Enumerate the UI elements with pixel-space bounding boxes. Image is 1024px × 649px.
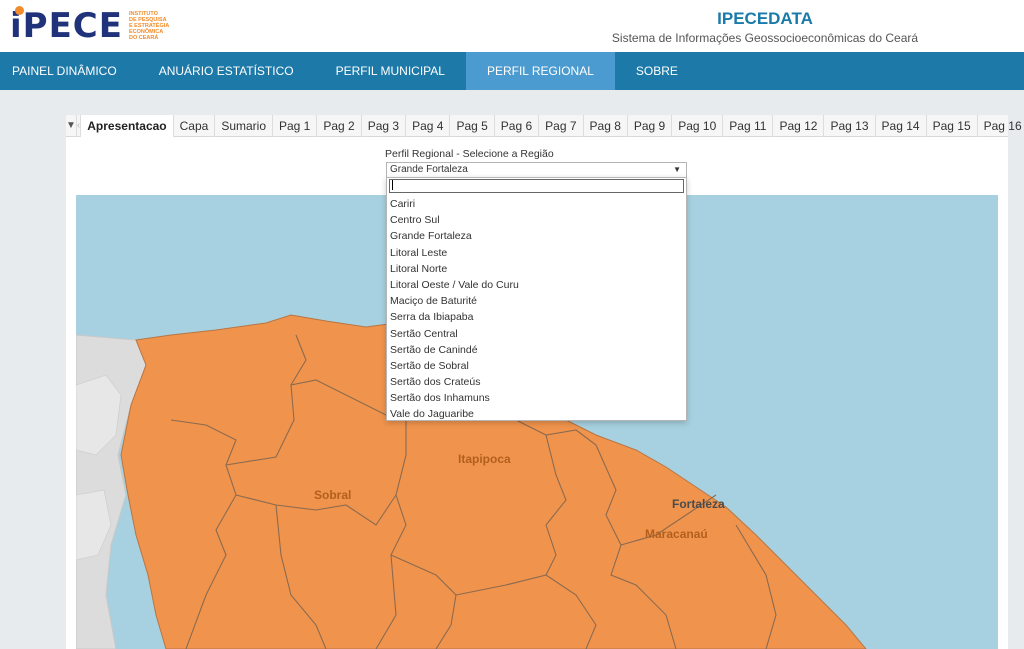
nav-item-sobre[interactable]: SOBRE	[615, 52, 699, 90]
tab-pag-7[interactable]: Pag 7	[539, 115, 584, 137]
tab-menu-chevron-down-icon[interactable]: ▼	[66, 115, 77, 137]
logo-wordmark: iPECE	[10, 6, 123, 46]
tab-pag-14[interactable]: Pag 14	[876, 115, 927, 137]
map-label-sobral[interactable]: Sobral	[314, 488, 351, 502]
tab-pag-10[interactable]: Pag 10	[672, 115, 724, 137]
region-dropdown-list: Cariri Centro Sul Grande Fortaleza Litoral …	[386, 177, 687, 421]
nav-item-perfil-municipal[interactable]: PERFIL MUNICIPAL	[315, 52, 466, 90]
region-select[interactable]: Grande Fortaleza ▼	[386, 162, 687, 178]
tab-pag-3[interactable]: Pag 3	[362, 115, 407, 137]
region-option[interactable]: Centro Sul	[387, 212, 686, 228]
tab-pag-1[interactable]: Pag 1	[273, 115, 318, 137]
tab-pag-6[interactable]: Pag 6	[495, 115, 540, 137]
site-header: iPECE INSTITUTO DE PESQUISA E ESTRATÉGIA EC…	[0, 0, 1024, 52]
region-select-value: Grande Fortaleza	[390, 164, 468, 175]
map-label-maracanau[interactable]: Maracanaú	[645, 527, 708, 541]
site-subtitle: Sistema de Informações Geossocioeconômic…	[611, 31, 919, 45]
tab-pag-8[interactable]: Pag 8	[584, 115, 628, 137]
region-option[interactable]: Litoral Oeste / Vale do Curu	[387, 277, 686, 293]
tab-pag-4[interactable]: Pag 4	[406, 115, 451, 137]
region-option[interactable]: Sertão de Sobral	[387, 358, 686, 374]
region-option[interactable]: Serra da Ibiapaba	[387, 309, 686, 325]
region-option[interactable]: Maciço de Baturité	[387, 293, 686, 309]
logo-tagline-line: DO CEARÁ	[128, 35, 159, 41]
tab-capa[interactable]: Capa	[174, 115, 216, 137]
tab-pag-5[interactable]: Pag 5	[450, 115, 495, 137]
tab-pag-9[interactable]: Pag 9	[628, 115, 673, 137]
tab-pag-2[interactable]: Pag 2	[317, 115, 362, 137]
tab-pag-13[interactable]: Pag 13	[824, 115, 876, 137]
main-nav: PAINEL DINÂMICO ANUÁRIO ESTATÍSTICO PERFIL…	[0, 52, 1024, 90]
sheet-tab-bar: ▼ ‹ Apresentacao Capa Sumario Pag 1 Pag 2 Pag…	[66, 115, 1022, 137]
tab-pag-11[interactable]: Pag 11	[723, 115, 774, 137]
tab-sumario[interactable]: Sumario	[215, 115, 273, 137]
region-option[interactable]: Cariri	[387, 196, 686, 212]
tab-pag-12[interactable]: Pag 12	[773, 115, 825, 137]
select-caret-down-icon: ▼	[673, 165, 681, 174]
tab-pag-15[interactable]: Pag 15	[927, 115, 978, 137]
tab-apresentacao[interactable]: Apresentacao	[81, 115, 174, 137]
region-option[interactable]: Sertão de Canindé	[387, 342, 686, 358]
region-option[interactable]: Grande Fortaleza	[387, 228, 686, 244]
logo-dot-icon	[15, 6, 24, 15]
text-cursor	[392, 180, 393, 191]
site-title: IPECEDATA	[717, 9, 813, 28]
region-filter-label: Perfil Regional - Selecione a Região	[385, 148, 554, 160]
tab-pag-16[interactable]: Pag 16	[978, 115, 1024, 137]
map-label-fortaleza[interactable]: Fortaleza	[672, 497, 725, 511]
region-options: Cariri Centro Sul Grande Fortaleza Litoral …	[387, 196, 686, 423]
region-search-input[interactable]	[389, 179, 684, 193]
region-option[interactable]: Vale do Jaguaribe	[387, 406, 686, 422]
map-label-itapipoca[interactable]: Itapipoca	[458, 452, 511, 466]
nav-item-anu-rio-estat-stico[interactable]: ANUÁRIO ESTATÍSTICO	[138, 52, 315, 90]
logo-tagline: INSTITUTO DE PESQUISA E ESTRATÉGIA ECONÔMIC…	[129, 11, 171, 41]
region-option[interactable]: Litoral Norte	[387, 261, 686, 277]
region-option[interactable]: Sertão Central	[387, 326, 686, 342]
region-option[interactable]: Sertão dos Crateús	[387, 374, 686, 390]
ipece-logo[interactable]: iPECE INSTITUTO DE PESQUISA E ESTRATÉGIA EC…	[10, 6, 171, 46]
region-option[interactable]: Sertão dos Inhamuns	[387, 390, 686, 406]
nav-item-painel-din-mico[interactable]: PAINEL DINÂMICO	[0, 52, 138, 90]
nav-item-perfil-regional[interactable]: PERFIL REGIONAL	[465, 52, 615, 90]
region-option[interactable]: Litoral Leste	[387, 245, 686, 261]
